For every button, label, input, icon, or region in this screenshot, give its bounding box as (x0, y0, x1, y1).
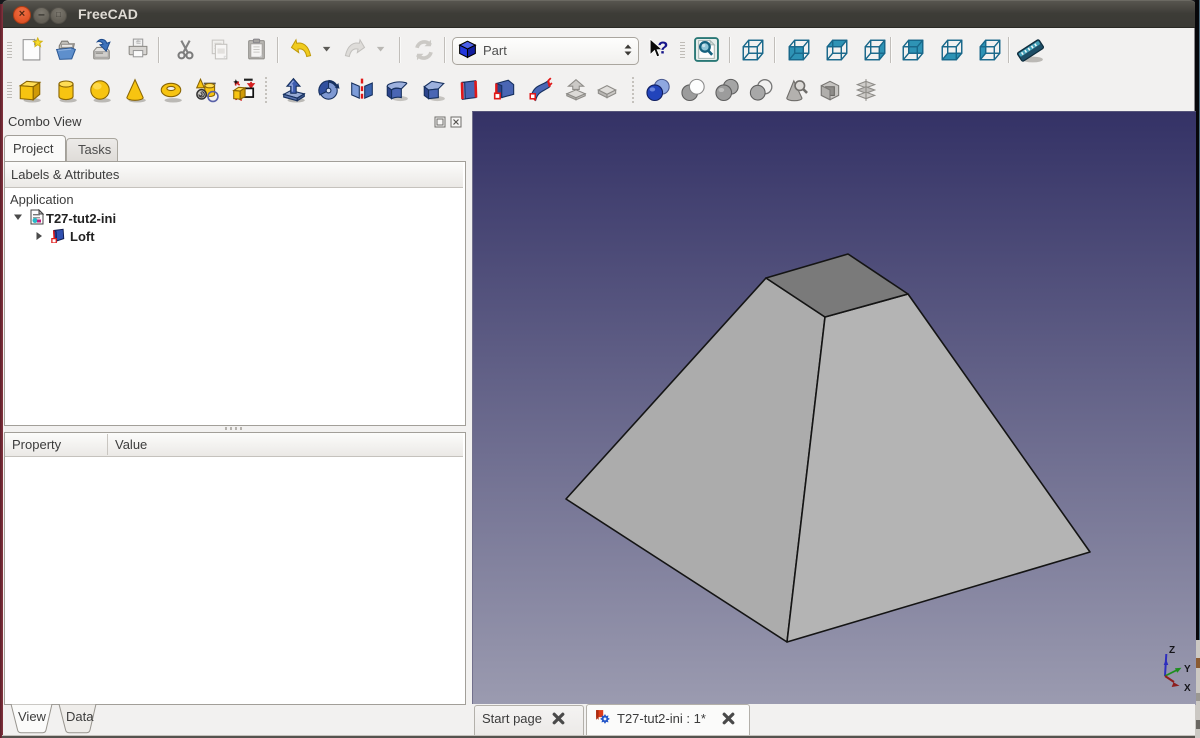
svg-text:X: X (1184, 683, 1191, 694)
svg-text:Y: Y (1184, 664, 1191, 675)
svg-text:?: ? (657, 38, 668, 58)
svg-text:Z: Z (1169, 645, 1175, 656)
